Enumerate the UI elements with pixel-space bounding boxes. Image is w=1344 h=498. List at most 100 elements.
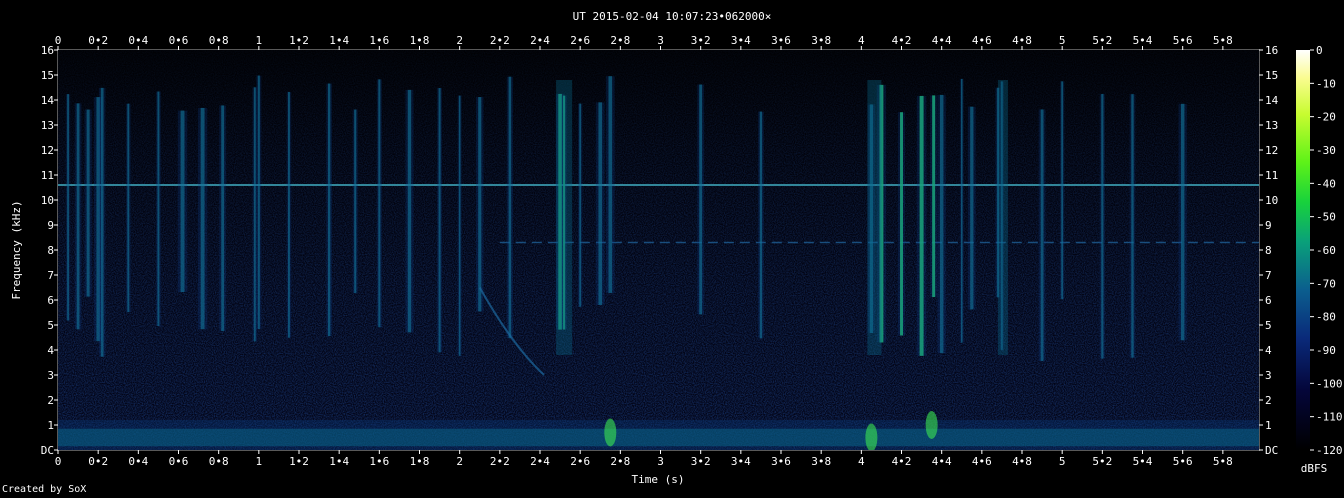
transient-halo: [352, 109, 358, 294]
x-tick-label-top: 1•4: [329, 34, 349, 47]
x-tick-label-bottom: 0•4: [128, 455, 148, 468]
colorbar-tick-label: -120: [1316, 444, 1343, 457]
x-tick-label-bottom: 3: [657, 455, 664, 468]
colorbar-tick-label: -60: [1316, 244, 1336, 257]
y-tick-label-left: 5: [47, 319, 54, 332]
x-tick-label-bottom: 5•4: [1133, 455, 1153, 468]
x-tick-label-top: 0•6: [169, 34, 189, 47]
transient-halo: [916, 95, 927, 356]
colorbar-tick-label: -110: [1316, 411, 1343, 424]
x-tick-label-top: 2•2: [490, 34, 510, 47]
hotspot: [865, 423, 878, 450]
x-tick-label-bottom: 3•6: [771, 455, 791, 468]
transient-halo: [605, 76, 615, 293]
transient-halo: [1129, 94, 1136, 358]
plot-area: [58, 50, 1259, 450]
y-tick-label-right: 2: [1265, 394, 1272, 407]
transient-halo: [197, 107, 208, 330]
colorbar-tick-label: -20: [1316, 111, 1336, 124]
y-tick-label-right: 5: [1265, 319, 1272, 332]
x-tick-label-top: 5: [1059, 34, 1066, 47]
colorbar-tick-label: 0: [1316, 44, 1323, 57]
colorbar-tick-label: -40: [1316, 177, 1336, 190]
x-tick-label-top: 3•6: [771, 34, 791, 47]
transient-halo: [376, 79, 382, 328]
y-tick-label-left: 2: [47, 394, 54, 407]
y-tick-label-left: DC: [41, 444, 54, 457]
x-tick-label-bottom: 3•8: [811, 455, 831, 468]
x-tick-label-top: 5•6: [1173, 34, 1193, 47]
colorbar-tick-label: -10: [1316, 77, 1336, 90]
y-tick-label-left: 6: [47, 294, 54, 307]
x-tick-label-top: 1: [256, 34, 263, 47]
chart-title: UT 2015-02-04 10:07:23•062000×: [573, 10, 772, 23]
x-tick-label-top: 2•6: [570, 34, 590, 47]
colorbar-tick-label: -70: [1316, 277, 1336, 290]
y-tick-label-left: 16: [41, 44, 54, 57]
transient-halo: [256, 75, 262, 330]
transient-halo: [1178, 103, 1187, 341]
y-tick-label-right: 11: [1265, 169, 1278, 182]
low-frequency-energy: [58, 420, 1259, 450]
burst-region: [556, 80, 573, 355]
y-tick-label-left: 3: [47, 369, 54, 382]
x-tick-label-bottom: 1•6: [369, 455, 389, 468]
transient-halo: [65, 94, 71, 321]
hotspot: [604, 418, 617, 447]
transient-halo: [326, 83, 332, 337]
x-tick-label-top: 4•6: [972, 34, 992, 47]
x-tick-label-bottom: 0: [55, 455, 62, 468]
burst-region: [867, 80, 882, 355]
y-tick-label-left: 4: [47, 344, 54, 357]
y-tick-label-left: 7: [47, 269, 54, 282]
y-tick-label-right: 15: [1265, 69, 1278, 82]
x-tick-label-bottom: 1•4: [329, 455, 349, 468]
transient-halo: [1038, 109, 1046, 361]
x-tick-label-top: 5•4: [1133, 34, 1153, 47]
x-tick-label-top: 0•2: [88, 34, 108, 47]
y-tick-label-right: 1: [1265, 419, 1272, 432]
transient-halo: [897, 112, 906, 336]
x-tick-label-bottom: 5•8: [1213, 455, 1233, 468]
y-tick-label-right: 14: [1265, 94, 1279, 107]
colorbar-tick-label: -90: [1316, 344, 1336, 357]
transient-halo: [156, 91, 161, 326]
x-tick-label-top: 5•8: [1213, 34, 1233, 47]
transient-halo: [1099, 93, 1105, 359]
x-tick-label-bottom: 0•6: [169, 455, 189, 468]
transient-halo: [74, 103, 82, 330]
transient-halo: [437, 88, 443, 353]
y-tick-label-left: 11: [41, 169, 54, 182]
colorbar-tick-label: -50: [1316, 211, 1336, 224]
y-tick-label-right: 12: [1265, 144, 1278, 157]
credit-text: Created by SoX: [2, 484, 87, 495]
y-tick-label-left: 15: [41, 69, 54, 82]
transient-halo: [286, 91, 292, 338]
x-tick-label-bottom: 3•4: [731, 455, 751, 468]
x-tick-label-top: 4•8: [1012, 34, 1032, 47]
y-tick-label-left: 1: [47, 419, 54, 432]
colorbar-label: dBFS: [1301, 462, 1328, 475]
x-tick-label-bottom: 2•8: [610, 455, 630, 468]
hotspot: [925, 411, 938, 439]
x-tick-label-bottom: 0•8: [209, 455, 229, 468]
colorbar-tick-label: -100: [1316, 377, 1343, 390]
x-tick-label-top: 0•8: [209, 34, 229, 47]
transient-halo: [1059, 81, 1065, 300]
x-tick-label-top: 1•8: [410, 34, 430, 47]
x-tick-label-top: 3•8: [811, 34, 831, 47]
x-tick-label-bottom: 5: [1059, 455, 1066, 468]
transient-halo: [126, 103, 131, 313]
x-tick-label-bottom: 5•2: [1092, 455, 1112, 468]
y-tick-label-right: 8: [1265, 244, 1272, 257]
x-tick-label-top: 1•6: [369, 34, 389, 47]
y-tick-label-right: 7: [1265, 269, 1272, 282]
y-tick-label-right: 16: [1265, 44, 1278, 57]
x-tick-label-top: 1•2: [289, 34, 309, 47]
x-tick-label-bottom: 0•2: [88, 455, 108, 468]
y-tick-label-right: 9: [1265, 219, 1272, 232]
x-tick-label-top: 3•2: [691, 34, 711, 47]
y-tick-label-right: 6: [1265, 294, 1272, 307]
x-tick-label-bottom: 3•2: [691, 455, 711, 468]
x-tick-label-bottom: 2•6: [570, 455, 590, 468]
